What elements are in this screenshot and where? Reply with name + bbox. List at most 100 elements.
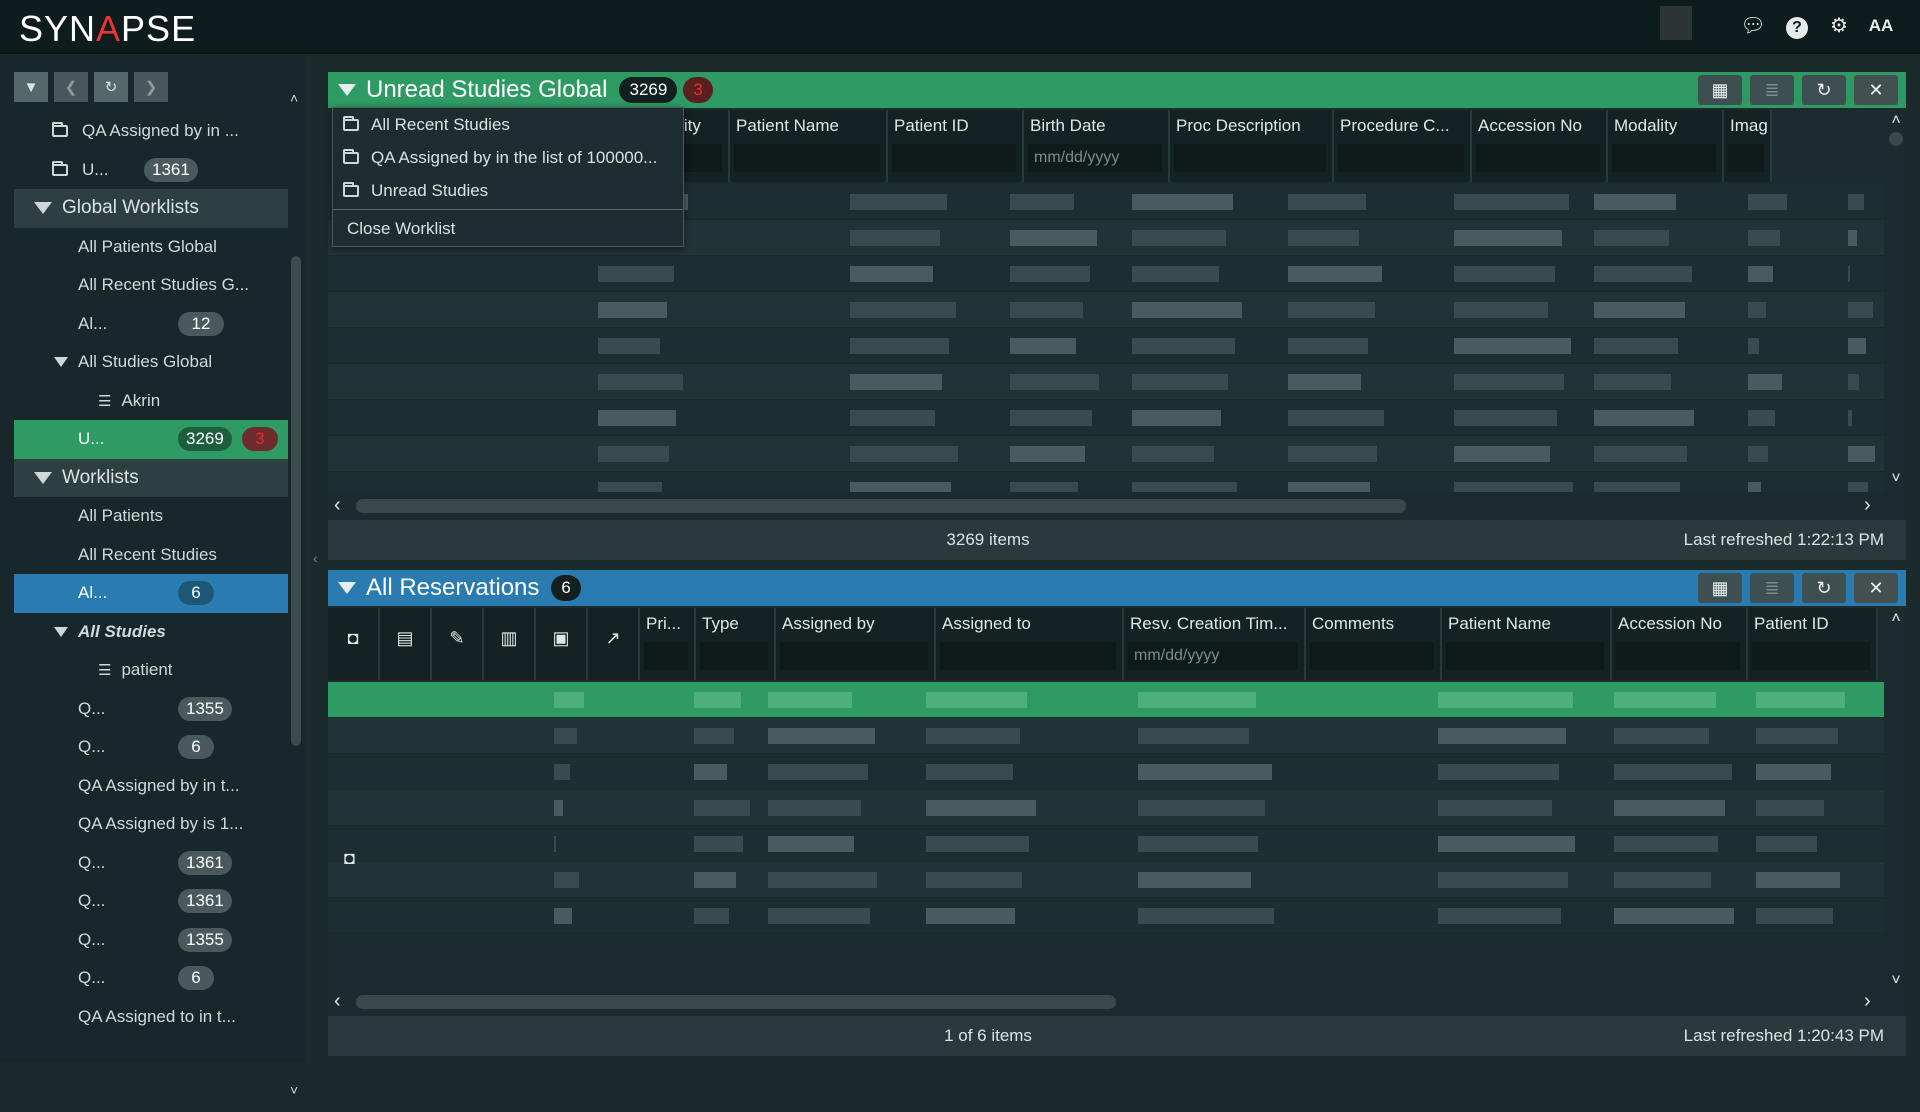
- sidebar-item[interactable]: Al... 12: [14, 305, 288, 344]
- menu-item[interactable]: Unread Studies: [333, 174, 683, 207]
- column-header[interactable]: Patient ID: [888, 110, 1024, 182]
- column-header[interactable]: Birth Date mm/dd/yyyy: [1024, 110, 1170, 182]
- gear-icon[interactable]: ⚙: [1826, 13, 1852, 39]
- column-filter-input[interactable]: [1612, 144, 1716, 172]
- edit-icon[interactable]: ✎: [432, 608, 484, 680]
- vertical-scrollbar[interactable]: ˄ ˅: [1886, 112, 1906, 512]
- scroll-down-icon[interactable]: ˅: [1886, 470, 1906, 488]
- sidebar-scrollbar[interactable]: ˄ ˅: [290, 90, 302, 1098]
- table-row[interactable]: [328, 718, 1884, 754]
- scroll-left-icon[interactable]: ‹: [334, 990, 341, 1013]
- scrollbar-thumb[interactable]: [356, 499, 1406, 513]
- collapse-icon[interactable]: [338, 582, 356, 594]
- table-row[interactable]: [328, 862, 1884, 898]
- column-header[interactable]: Proc Description: [1170, 110, 1334, 182]
- scroll-up-icon[interactable]: ˄: [290, 90, 298, 106]
- menu-item[interactable]: QA Assigned by in the list of 100000...: [333, 141, 683, 174]
- report-icon[interactable]: ▥: [484, 608, 536, 680]
- camera-icon[interactable]: ◘: [328, 608, 380, 680]
- scroll-down-icon[interactable]: ˅: [290, 1082, 298, 1098]
- sidebar-item[interactable]: Q... 6: [14, 728, 288, 767]
- table-row[interactable]: [328, 472, 1884, 492]
- column-header[interactable]: Resv. Creation Tim... mm/dd/yyyy: [1124, 608, 1306, 680]
- column-header[interactable]: Assigned to: [936, 608, 1124, 680]
- column-header[interactable]: Type: [696, 608, 776, 680]
- close-worklist-menu-item[interactable]: Close Worklist: [333, 212, 683, 245]
- font-size-icon[interactable]: AA: [1868, 13, 1894, 39]
- column-header[interactable]: Accession No: [1472, 110, 1608, 182]
- refresh-icon[interactable]: ↻: [1802, 573, 1846, 603]
- sidebar-item[interactable]: All Studies: [14, 613, 288, 652]
- column-header[interactable]: Imag: [1724, 110, 1772, 182]
- column-header[interactable]: Procedure C...: [1334, 110, 1472, 182]
- column-filter-input[interactable]: [700, 642, 768, 670]
- column-filter-input[interactable]: [892, 144, 1016, 172]
- horizontal-scrollbar[interactable]: ‹ ›: [328, 990, 1906, 1012]
- column-header[interactable]: Modality: [1608, 110, 1724, 182]
- sidebar-item[interactable]: All Patients Global: [14, 228, 288, 267]
- user-avatar[interactable]: [1660, 6, 1692, 40]
- table-row[interactable]: [328, 826, 1884, 862]
- column-filter-input[interactable]: [940, 642, 1116, 670]
- column-filter-input[interactable]: [644, 642, 688, 670]
- column-header[interactable]: Patient Name: [730, 110, 888, 182]
- column-filter-input[interactable]: [1752, 642, 1870, 670]
- grid-view-icon[interactable]: ▦: [1698, 573, 1742, 603]
- pin-icon[interactable]: ↗: [588, 608, 640, 680]
- lock-icon[interactable]: ▣: [536, 608, 588, 680]
- scrollbar-thumb[interactable]: [356, 995, 1116, 1009]
- back-icon[interactable]: ❮: [54, 72, 88, 102]
- column-filter-input[interactable]: [1310, 642, 1434, 670]
- scroll-right-icon[interactable]: ›: [1864, 494, 1871, 517]
- sidebar-item[interactable]: All Studies Global: [14, 343, 288, 382]
- sidebar-item[interactable]: QA Assigned by is 1...: [14, 805, 288, 844]
- table-row[interactable]: [328, 364, 1884, 400]
- column-filter-input[interactable]: [1338, 144, 1464, 172]
- scroll-right-icon[interactable]: ›: [1864, 990, 1871, 1013]
- scroll-up-icon[interactable]: ˄: [1886, 112, 1906, 130]
- column-header[interactable]: Comments: [1306, 608, 1442, 680]
- grid-view-icon[interactable]: ▦: [1698, 75, 1742, 105]
- column-filter-input[interactable]: [1446, 642, 1604, 670]
- column-filter-input[interactable]: [1616, 642, 1740, 670]
- column-filter-input[interactable]: [1476, 144, 1600, 172]
- sidebar-item-selected[interactable]: U... 3269 3: [14, 420, 288, 459]
- column-filter-input[interactable]: mm/dd/yyyy: [1028, 144, 1162, 172]
- scrollbar-thumb[interactable]: [1889, 132, 1903, 146]
- table-row[interactable]: [328, 790, 1884, 826]
- column-header[interactable]: Patient ID: [1748, 608, 1878, 680]
- sidebar-item[interactable]: Q... 1361: [14, 882, 288, 921]
- sidebar-item[interactable]: ☰ Akrin: [14, 382, 288, 421]
- column-header[interactable]: Patient Name: [1442, 608, 1612, 680]
- menu-item[interactable]: All Recent Studies: [333, 108, 683, 141]
- table-row[interactable]: [328, 754, 1884, 790]
- sidebar-item[interactable]: Q... 1355: [14, 690, 288, 729]
- add-list-icon[interactable]: ≣: [1750, 75, 1794, 105]
- help-icon[interactable]: ?: [1784, 13, 1810, 39]
- horizontal-scrollbar[interactable]: ‹ ›: [328, 494, 1906, 516]
- chat-icon[interactable]: 💬︎: [1740, 13, 1766, 39]
- table-row[interactable]: [328, 256, 1884, 292]
- sidebar-item[interactable]: All Patients: [14, 497, 288, 536]
- collapse-icon[interactable]: [338, 84, 356, 96]
- collapse-icon[interactable]: ▼: [14, 72, 48, 102]
- scroll-left-icon[interactable]: ‹: [334, 494, 341, 517]
- sidebar-header-global-worklists[interactable]: Global Worklists: [14, 189, 288, 228]
- column-filter-input[interactable]: [1174, 144, 1326, 172]
- add-list-icon[interactable]: ≣: [1750, 573, 1794, 603]
- table-row[interactable]: [328, 898, 1884, 934]
- sidebar-item[interactable]: Q... 1355: [14, 921, 288, 960]
- column-filter-input[interactable]: [1728, 144, 1764, 172]
- close-icon[interactable]: ✕: [1854, 75, 1898, 105]
- column-filter-input[interactable]: mm/dd/yyyy: [1128, 642, 1298, 670]
- sidebar-item[interactable]: QA Assigned by in ...: [14, 112, 288, 151]
- table-row[interactable]: [328, 682, 1884, 718]
- table-row[interactable]: [328, 292, 1884, 328]
- sidebar-item-selected[interactable]: Al... 6: [14, 574, 288, 613]
- table-row[interactable]: [328, 400, 1884, 436]
- table-row[interactable]: [328, 328, 1884, 364]
- scroll-down-icon[interactable]: ˅: [1886, 972, 1906, 990]
- scroll-up-icon[interactable]: ˄: [1886, 610, 1906, 628]
- sidebar-item[interactable]: All Recent Studies: [14, 536, 288, 575]
- table-row[interactable]: [328, 436, 1884, 472]
